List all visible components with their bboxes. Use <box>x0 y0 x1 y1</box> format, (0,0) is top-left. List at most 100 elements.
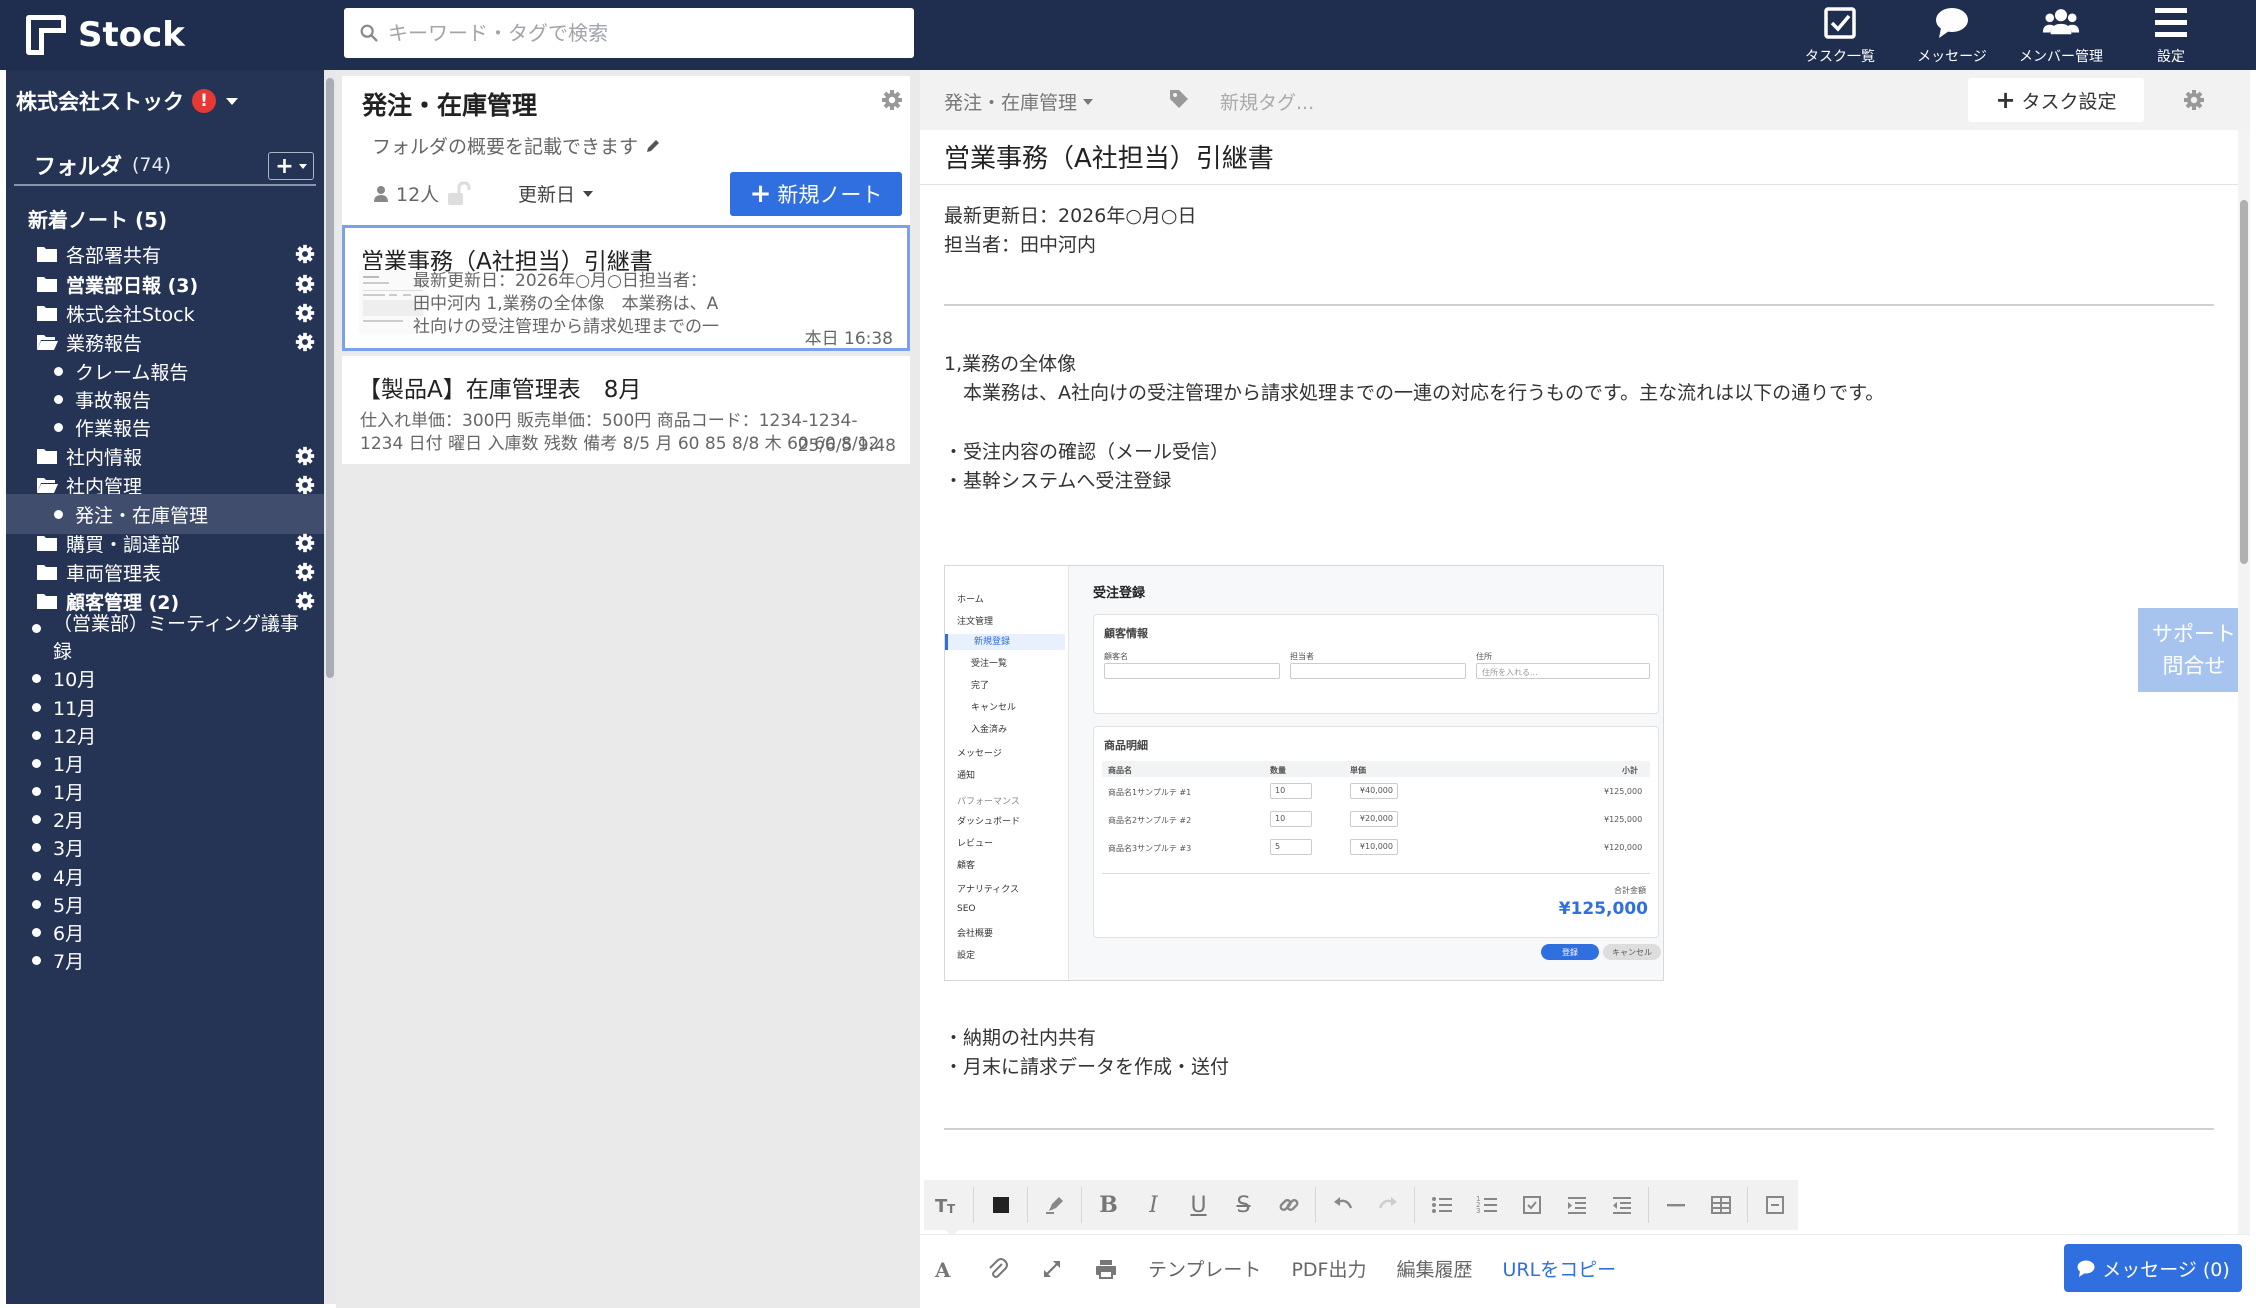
nav-member-management[interactable]: メンバー管理 <box>2012 4 2110 66</box>
new-tag-input[interactable]: 新規タグ... <box>1220 88 1314 115</box>
note-title[interactable]: 営業事務（A社担当）引継書 <box>944 138 1274 175</box>
gear-icon[interactable] <box>2182 88 2206 112</box>
collapse-icon[interactable] <box>1752 1180 1797 1230</box>
italic-icon[interactable]: I <box>1131 1180 1176 1230</box>
text-size-icon[interactable]: TT <box>924 1180 969 1230</box>
gear-icon[interactable] <box>294 302 316 324</box>
link-icon[interactable] <box>1266 1180 1311 1230</box>
task-settings-button[interactable]: + タスク設定 <box>1968 78 2144 122</box>
bullet-item[interactable]: ・受注内容の確認（メール受信） <box>944 438 1229 467</box>
sidebar-scrollbar[interactable] <box>324 70 336 1304</box>
app-logo[interactable]: Stock <box>26 13 185 57</box>
folder-description[interactable]: フォルダの概要を記載できます <box>372 132 662 159</box>
meta-date[interactable]: 最新更新日：2026年○月○日 <box>944 202 1197 231</box>
bullet-icon <box>54 394 63 404</box>
top-bar: Stock タスク一覧 メッセージ メンバー管理 設定 <box>0 0 2256 70</box>
underline-icon[interactable]: U <box>1176 1180 1221 1230</box>
plus-icon: + <box>749 179 772 209</box>
gear-icon[interactable] <box>880 88 904 112</box>
folder-icon <box>36 447 58 465</box>
message-button[interactable]: メッセージ (0) <box>2064 1244 2242 1292</box>
nav-settings[interactable]: 設定 <box>2136 4 2206 66</box>
support-contact-button[interactable]: サポート 問合せ <box>2138 608 2250 692</box>
list-header: 発注・在庫管理 フォルダの概要を記載できます 12人 更新日 + 新規ノート <box>342 76 910 226</box>
edit-history-link[interactable]: 編集履歴 <box>1396 1255 1472 1282</box>
paperclip-icon[interactable] <box>986 1257 1010 1281</box>
section-heading[interactable]: 1,業務の全体像 <box>944 350 1076 379</box>
copy-url-link[interactable]: URLをコピー <box>1502 1255 1616 1282</box>
template-link[interactable]: テンプレート <box>1148 1255 1261 1282</box>
bullet-item[interactable]: ・納期の社内共有 <box>944 1024 1096 1053</box>
note-card-1[interactable]: 営業事務（A社担当）引継書 最新更新日：2026年○月○日担当者：田中河内 1,… <box>342 225 910 351</box>
sort-dropdown[interactable]: 更新日 <box>518 180 594 207</box>
gear-icon[interactable] <box>294 590 316 612</box>
folder-header: フォルダ (74) + <box>14 146 316 186</box>
print-icon[interactable] <box>1094 1257 1118 1281</box>
gear-icon[interactable] <box>294 273 316 295</box>
editor-bottom-bar: A テンプレート PDF出力 編集履歴 URLをコピー <box>920 1234 2250 1302</box>
pencil-icon <box>647 139 660 152</box>
nav-task-list[interactable]: タスク一覧 <box>1794 4 1886 66</box>
person-icon <box>374 185 388 202</box>
gear-icon[interactable] <box>294 532 316 554</box>
new-notes-link[interactable]: 新着ノート (5) <box>28 204 167 233</box>
font-format-icon[interactable]: A <box>932 1257 956 1281</box>
indent-icon[interactable] <box>1554 1180 1599 1230</box>
breadcrumb[interactable]: 発注・在庫管理 <box>944 88 1094 115</box>
horizontal-rule-icon[interactable] <box>1653 1180 1698 1230</box>
gear-icon[interactable] <box>294 474 316 496</box>
svg-text:A: A <box>934 1258 951 1281</box>
table-icon[interactable] <box>1698 1180 1743 1230</box>
folders-title: フォルダ <box>34 155 123 180</box>
sidebar-scrollbar-thumb[interactable] <box>326 78 334 678</box>
bullet-icon <box>32 927 41 937</box>
item-label: 7月 <box>53 950 85 973</box>
pdf-export-link[interactable]: PDF出力 <box>1291 1255 1366 1282</box>
redo-icon[interactable] <box>1365 1180 1410 1230</box>
numbered-list-icon[interactable]: 123 <box>1464 1180 1509 1230</box>
nav-messages[interactable]: メッセージ <box>1906 4 1998 66</box>
add-folder-button[interactable]: + <box>268 152 314 180</box>
search-icon <box>360 24 378 42</box>
note-editor: 発注・在庫管理 新規タグ... + タスク設定 営業事務（A社担当）引継書 最新更… <box>920 70 2256 1308</box>
note-list-pane: 発注・在庫管理 フォルダの概要を記載できます 12人 更新日 + 新規ノート 営業… <box>336 70 920 1308</box>
editor-scrollbar[interactable] <box>2238 130 2250 1300</box>
text-color-icon[interactable] <box>978 1180 1023 1230</box>
section-body[interactable]: 本業務は、A社向けの受注管理から請求処理までの一連の対応を行うものです。主な流れ… <box>944 379 1884 408</box>
outdent-icon[interactable] <box>1599 1180 1644 1230</box>
tag-icon <box>1170 90 1188 108</box>
gear-icon[interactable] <box>294 445 316 467</box>
format-toolbar: TT B I U S 123 <box>924 1180 1798 1230</box>
undo-icon[interactable] <box>1320 1180 1365 1230</box>
sidebar-subitem[interactable]: 7月 <box>6 940 324 980</box>
editor-scrollbar-thumb[interactable] <box>2240 200 2248 564</box>
bullet-item[interactable]: ・月末に請求データを作成・送付 <box>944 1053 1229 1082</box>
gear-icon[interactable] <box>294 561 316 583</box>
search-box[interactable] <box>344 8 914 58</box>
app-name: Stock <box>78 15 185 55</box>
gear-icon[interactable] <box>294 331 316 353</box>
highlighter-icon[interactable] <box>1032 1180 1077 1230</box>
bold-icon[interactable]: B <box>1086 1180 1131 1230</box>
chevron-down-icon <box>226 97 238 105</box>
title-divider <box>920 184 2240 185</box>
bullet-list-icon[interactable] <box>1419 1180 1464 1230</box>
note-card-2[interactable]: 【製品A】在庫管理表 8月 仕入れ単価：300円 販売単価：500円 商品コード… <box>342 356 910 464</box>
member-count[interactable]: 12人 <box>372 180 477 207</box>
checklist-icon[interactable] <box>1509 1180 1554 1230</box>
new-note-button[interactable]: + 新規ノート <box>730 172 902 216</box>
horizontal-rule <box>944 304 2214 306</box>
embedded-screenshot[interactable]: ホーム 注文管理 新規登録 受注一覧 完了 キャンセル 入金済み メッセージ 通… <box>944 565 1664 981</box>
bullet-icon <box>54 509 63 519</box>
bullet-item[interactable]: ・基幹システムへ受注登録 <box>944 467 1171 496</box>
gear-icon[interactable] <box>294 243 316 265</box>
company-selector[interactable]: 株式会社ストック ! <box>16 86 238 116</box>
bullet-icon <box>32 842 41 852</box>
chevron-down-icon <box>1083 98 1094 105</box>
meta-person[interactable]: 担当者：田中河内 <box>944 231 1096 260</box>
expand-icon[interactable] <box>1040 1257 1064 1281</box>
folder-title: 発注・在庫管理 <box>362 91 538 120</box>
company-name: 株式会社ストック <box>16 90 184 114</box>
strikethrough-icon[interactable]: S <box>1221 1180 1266 1230</box>
search-input[interactable] <box>388 21 888 45</box>
